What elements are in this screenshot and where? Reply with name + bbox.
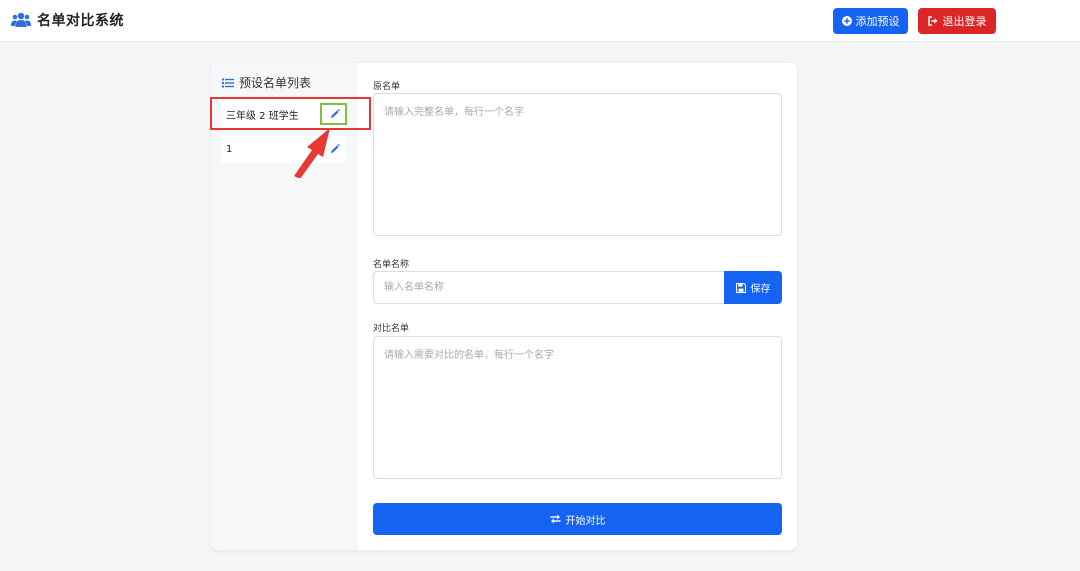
add-preset-label: 添加预设	[855, 15, 900, 28]
preset-item-label: 1	[226, 143, 233, 155]
sign-out-icon	[927, 16, 937, 26]
compare-list-label: 对比名单	[373, 324, 410, 334]
list-icon	[222, 78, 234, 87]
compare-list-textarea[interactable]	[373, 336, 782, 479]
preset-sidebar: 预设名单列表 三年级 2 班学生 1	[211, 63, 357, 550]
sidebar-title: 预设名单列表	[222, 74, 311, 91]
pencil-icon[interactable]	[328, 107, 342, 121]
logout-button[interactable]: 退出登录	[918, 8, 996, 34]
original-list-label: 原名单	[373, 82, 401, 92]
app-title: 名单对比系统	[37, 13, 124, 29]
save-button[interactable]: 保存	[724, 271, 782, 304]
list-name-input[interactable]	[373, 271, 725, 304]
save-label: 保存	[750, 284, 771, 295]
preset-item[interactable]: 三年级 2 班学生	[221, 100, 346, 128]
brand: 名单对比系统	[11, 10, 124, 30]
preset-item[interactable]: 1	[221, 135, 346, 163]
save-icon	[735, 282, 746, 293]
users-icon	[11, 12, 31, 27]
preset-item-label: 三年级 2 班学生	[226, 110, 299, 122]
pencil-icon[interactable]	[328, 142, 342, 156]
list-name-label: 名单名称	[373, 260, 410, 270]
start-compare-label: 开始对比	[565, 515, 606, 527]
start-compare-button[interactable]: 开始对比	[373, 503, 782, 535]
add-preset-button[interactable]: 添加预设	[833, 8, 908, 34]
plus-circle-icon	[841, 16, 852, 26]
sidebar-title-text: 预设名单列表	[239, 76, 312, 90]
original-list-textarea[interactable]	[373, 93, 782, 236]
top-header: 名单对比系统 添加预设 退出登录	[0, 0, 1080, 42]
logout-label: 退出登录	[942, 15, 987, 28]
exchange-icon	[550, 514, 560, 524]
